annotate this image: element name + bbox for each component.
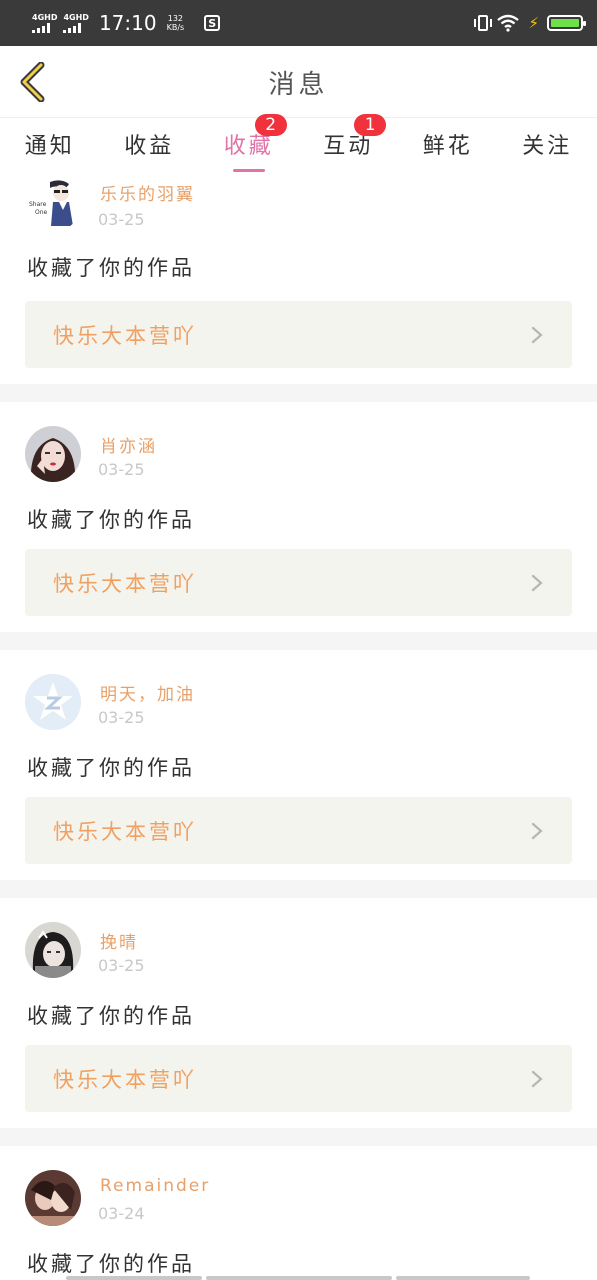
tab-earnings[interactable]: 收益 bbox=[100, 120, 200, 176]
divider bbox=[0, 632, 597, 650]
avatar[interactable] bbox=[25, 922, 81, 978]
network-speed-unit: KB/s bbox=[166, 23, 185, 32]
timestamp: 03-25 bbox=[98, 460, 145, 479]
list-item: 肖亦涵 03-25 收藏了你的作品 快乐大本营吖 bbox=[0, 402, 597, 632]
message-list: Share One 乐乐的羽翼 03-25 收藏了你的作品 快乐大本营吖 肖亦涵 bbox=[0, 176, 597, 1280]
list-item: 挽晴 03-25 收藏了你的作品 快乐大本营吖 bbox=[0, 898, 597, 1128]
tab-label: 关注 bbox=[522, 134, 573, 159]
signal-bars-icon bbox=[32, 22, 50, 33]
tab-label: 收益 bbox=[124, 134, 175, 159]
status-right: ⚡ bbox=[474, 14, 586, 32]
scroll-indicator bbox=[396, 1276, 530, 1280]
activity-text: 收藏了你的作品 bbox=[27, 756, 195, 780]
list-item: Remainder 03-24 收藏了你的作品 bbox=[0, 1146, 597, 1280]
work-link[interactable]: 快乐大本营吖 bbox=[25, 301, 572, 368]
signal-strength-2: 4GHD bbox=[63, 12, 89, 33]
network-speed: 132 KB/s bbox=[167, 14, 185, 32]
divider bbox=[0, 880, 597, 898]
scroll-indicator bbox=[66, 1276, 202, 1280]
username[interactable]: 乐乐的羽翼 bbox=[100, 180, 195, 205]
timestamp: 03-25 bbox=[98, 210, 145, 229]
work-title: 快乐大本营吖 bbox=[53, 571, 197, 596]
tab-favorites[interactable]: 收藏 2 bbox=[199, 114, 299, 176]
work-title: 快乐大本营吖 bbox=[53, 1067, 197, 1092]
username[interactable]: 明天，加油 bbox=[100, 680, 195, 705]
couple-photo-avatar-icon bbox=[25, 1170, 81, 1226]
page-title: 消息 bbox=[268, 70, 329, 100]
username[interactable]: 肖亦涵 bbox=[100, 432, 157, 457]
app-notification-icon: S bbox=[204, 15, 221, 31]
girl-photo-avatar-icon bbox=[25, 426, 81, 482]
chevron-right-icon bbox=[531, 822, 543, 839]
qzone-star-icon bbox=[25, 674, 81, 730]
divider bbox=[0, 384, 597, 402]
cartoon-boy-avatar-icon: Share One bbox=[25, 176, 81, 232]
girl-photo-avatar-icon bbox=[25, 922, 81, 978]
battery-icon bbox=[547, 15, 586, 31]
chevron-right-icon bbox=[531, 1070, 543, 1087]
avatar[interactable] bbox=[25, 426, 81, 482]
activity-text: 收藏了你的作品 bbox=[27, 256, 195, 280]
tab-following[interactable]: 关注 bbox=[498, 120, 597, 176]
timestamp: 03-25 bbox=[98, 956, 145, 975]
tab-label: 鲜花 bbox=[422, 134, 473, 159]
signal-label-1: 4GHD bbox=[32, 12, 58, 22]
timestamp: 03-25 bbox=[98, 708, 145, 727]
tab-label: 收藏 bbox=[223, 134, 274, 159]
work-title: 快乐大本营吖 bbox=[53, 323, 197, 348]
activity-text: 收藏了你的作品 bbox=[27, 1004, 195, 1028]
username[interactable]: 挽晴 bbox=[100, 928, 138, 953]
signal-bars-icon bbox=[63, 22, 82, 33]
status-left: 4GHD 4GHD 17:10 132 KB/s S bbox=[32, 11, 221, 35]
avatar[interactable] bbox=[25, 674, 81, 730]
wifi-icon bbox=[497, 14, 520, 32]
svg-text:One: One bbox=[35, 209, 48, 216]
signal-strength-1: 4GHD bbox=[32, 12, 58, 33]
signal-label-2: 4GHD bbox=[63, 12, 89, 22]
list-item: 明天，加油 03-25 收藏了你的作品 快乐大本营吖 bbox=[0, 650, 597, 880]
active-tab-indicator bbox=[232, 169, 265, 172]
scroll-indicator bbox=[206, 1276, 392, 1280]
tab-interactions[interactable]: 互动 1 bbox=[299, 114, 399, 176]
svg-text:Share: Share bbox=[29, 201, 47, 208]
unread-badge: 1 bbox=[354, 114, 387, 136]
avatar[interactable] bbox=[25, 1170, 81, 1226]
tab-bar: 通知 收益 收藏 2 互动 1 鲜花 关注 bbox=[0, 114, 597, 176]
divider bbox=[0, 1128, 597, 1146]
tab-label: 通知 bbox=[24, 134, 75, 159]
work-link[interactable]: 快乐大本营吖 bbox=[25, 797, 572, 864]
work-link[interactable]: 快乐大本营吖 bbox=[25, 1045, 572, 1112]
activity-text: 收藏了你的作品 bbox=[27, 508, 195, 532]
tab-notifications[interactable]: 通知 bbox=[0, 120, 100, 176]
timestamp: 03-24 bbox=[98, 1204, 145, 1223]
work-link[interactable]: 快乐大本营吖 bbox=[25, 549, 572, 616]
avatar[interactable]: Share One bbox=[25, 176, 81, 232]
network-speed-value: 132 bbox=[167, 14, 184, 23]
chevron-right-icon bbox=[531, 574, 543, 591]
activity-text: 收藏了你的作品 bbox=[27, 1252, 195, 1276]
header: 消息 bbox=[0, 46, 597, 118]
list-item: Share One 乐乐的羽翼 03-25 收藏了你的作品 快乐大本营吖 bbox=[0, 176, 597, 384]
vibrate-icon bbox=[474, 15, 493, 31]
tab-flowers[interactable]: 鲜花 bbox=[398, 120, 498, 176]
chevron-right-icon bbox=[531, 326, 543, 343]
status-time: 17:10 bbox=[98, 11, 157, 35]
status-bar: 4GHD 4GHD 17:10 132 KB/s S ⚡ bbox=[0, 0, 597, 46]
tab-label: 互动 bbox=[323, 134, 374, 159]
charging-icon: ⚡ bbox=[528, 14, 539, 32]
unread-badge: 2 bbox=[254, 114, 287, 136]
username[interactable]: Remainder bbox=[100, 1176, 210, 1196]
work-title: 快乐大本营吖 bbox=[53, 819, 197, 844]
